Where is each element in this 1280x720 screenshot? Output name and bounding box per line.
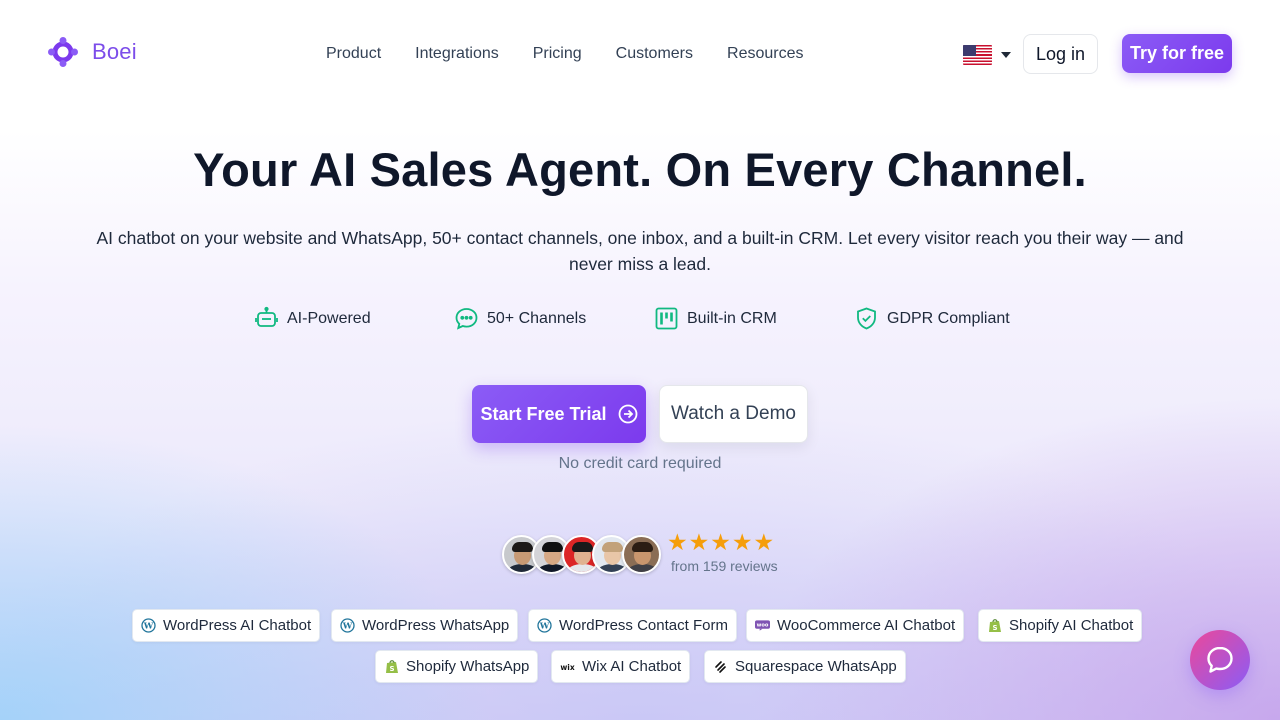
start-free-trial-button[interactable]: Start Free Trial: [472, 385, 646, 443]
start-free-trial-label: Start Free Trial: [480, 403, 607, 424]
nav-link-pricing[interactable]: Pricing: [533, 45, 582, 63]
integration-woocommerce-ai-chatbot[interactable]: woo WooCommerce AI Chatbot: [746, 609, 965, 642]
hero-title: Your AI Sales Agent. On Every Channel.: [193, 143, 1087, 196]
feature-ai-powered: AI-Powered: [254, 306, 371, 331]
kanban-icon: [655, 307, 678, 330]
integration-label: Wix AI Chatbot: [582, 658, 682, 675]
shopify-icon: S: [384, 659, 399, 674]
boei-logo-icon: [48, 37, 78, 67]
watch-demo-button[interactable]: Watch a Demo: [659, 385, 808, 443]
reviews-count: from 159 reviews: [671, 558, 778, 574]
integration-label: Shopify AI Chatbot: [1009, 617, 1134, 634]
svg-text:W: W: [539, 622, 550, 632]
integration-wix-ai-chatbot[interactable]: wix Wix AI Chatbot: [551, 650, 691, 683]
integration-shopify-whatsapp[interactable]: S Shopify WhatsApp: [375, 650, 539, 683]
wordpress-icon: W: [141, 618, 156, 633]
boei-logo[interactable]: Boei: [48, 37, 137, 67]
chat-icon: [1207, 646, 1233, 673]
svg-text:S: S: [992, 624, 997, 632]
svg-text:W: W: [342, 622, 353, 632]
rating-stars: ★ ★ ★ ★ ★: [667, 531, 775, 555]
nav-link-resources[interactable]: Resources: [727, 45, 803, 63]
integration-shopify-ai-chatbot[interactable]: S Shopify AI Chatbot: [978, 609, 1143, 642]
try-for-free-button[interactable]: Try for free: [1122, 34, 1232, 73]
feature-gdpr: GDPR Compliant: [854, 306, 1010, 331]
woocommerce-icon: woo: [755, 618, 770, 633]
chat-launcher-button[interactable]: [1190, 630, 1250, 690]
squarespace-icon: [713, 659, 728, 674]
wordpress-icon: W: [537, 618, 552, 633]
shopify-icon: S: [987, 618, 1002, 633]
integration-wordpress-whatsapp[interactable]: W WordPress WhatsApp: [331, 609, 519, 642]
integration-label: WooCommerce AI Chatbot: [777, 617, 956, 634]
wordpress-icon: W: [340, 618, 355, 633]
star-icon: ★: [753, 530, 775, 556]
nav-link-customers[interactable]: Customers: [616, 45, 693, 63]
feature-crm: Built-in CRM: [654, 306, 777, 331]
star-icon: ★: [710, 530, 731, 556]
robot-icon: [255, 306, 278, 327]
svg-text:W: W: [143, 622, 154, 632]
svg-text:S: S: [389, 665, 394, 673]
no-credit-card-note: No credit card required: [558, 455, 722, 472]
chevron-down-icon: [1001, 52, 1011, 58]
feature-label: GDPR Compliant: [887, 309, 1010, 327]
top-navigation: Boei Product Integrations Pricing Custom…: [0, 0, 1280, 108]
nav-link-integrations[interactable]: Integrations: [415, 45, 499, 63]
nav-link-product[interactable]: Product: [326, 45, 381, 63]
feature-label: AI-Powered: [287, 309, 371, 327]
feature-label: Built-in CRM: [687, 309, 777, 327]
arrow-right-circle-icon: [618, 404, 637, 424]
integration-label: WordPress Contact Form: [559, 617, 728, 634]
language-selector[interactable]: [963, 45, 1011, 65]
hero-subtitle: AI chatbot on your website and WhatsApp,…: [96, 228, 1184, 274]
main-menu: Product Integrations Pricing Customers R…: [326, 45, 838, 63]
integration-wordpress-ai-chatbot[interactable]: W WordPress AI Chatbot: [132, 609, 321, 642]
login-button[interactable]: Log in: [1023, 34, 1098, 74]
integration-squarespace-whatsapp[interactable]: Squarespace WhatsApp: [704, 650, 906, 683]
svg-text:woo: woo: [757, 623, 769, 629]
integration-label: WordPress AI Chatbot: [163, 617, 312, 634]
chat-bubble-icon: [455, 308, 478, 330]
customer-avatars: [502, 535, 661, 574]
feature-label: 50+ Channels: [487, 309, 587, 327]
star-icon: ★: [667, 530, 688, 556]
us-flag-icon: [963, 45, 992, 65]
integration-label: Shopify WhatsApp: [406, 658, 530, 675]
brand-name: Boei: [92, 39, 137, 64]
integration-label: Squarespace WhatsApp: [735, 658, 897, 675]
star-icon: ★: [688, 530, 710, 556]
integration-wordpress-contact-form[interactable]: W WordPress Contact Form: [528, 609, 737, 642]
wix-icon: wix: [560, 659, 575, 674]
star-icon: ★: [731, 530, 753, 556]
shield-check-icon: [857, 307, 876, 330]
feature-channels: 50+ Channels: [454, 306, 586, 331]
avatar: [622, 535, 661, 574]
integration-label: WordPress WhatsApp: [362, 617, 510, 634]
svg-text:wix: wix: [560, 662, 574, 671]
